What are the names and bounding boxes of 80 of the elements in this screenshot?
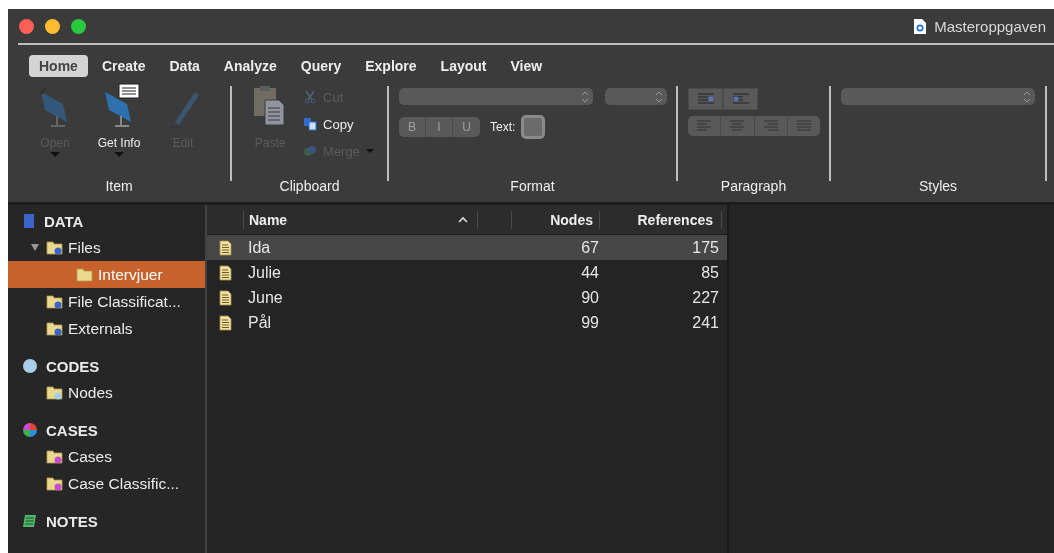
table-cell-text: 175 [691,238,720,257]
toolbar-button[interactable]: Copy [303,113,374,135]
folder-icon [76,267,93,282]
document-icon [218,314,232,331]
badged-folder-icon [46,294,63,309]
table-cell-text: 90 [580,288,600,307]
document-icon [218,264,232,281]
column-header[interactable]: Name [243,210,448,229]
section-header: NOTES [46,512,98,530]
ribbon-tab[interactable]: Explore [355,55,427,77]
zoom-button[interactable] [71,18,86,34]
notepad-icon [22,513,38,529]
badged-folder-icon [46,321,63,336]
indent-icon [730,92,751,106]
table-row[interactable]: Ida 67 175 [207,235,727,260]
indent-button[interactable] [688,88,723,110]
ribbon-tab[interactable]: Layout [430,55,497,77]
ribbon-tab[interactable]: Data [159,55,210,77]
indent-button[interactable] [723,88,758,110]
sidebar-item[interactable]: Files [8,234,205,261]
table-cell-text: 85 [700,263,720,282]
table-cell-text: Julie [247,263,282,282]
table-row[interactable]: Pål 99 241 [207,310,727,335]
color-wheel-icon [22,422,38,438]
section-header: DATA [44,212,84,230]
color-well[interactable] [521,115,546,139]
table-cell-text: Ida [247,238,272,257]
book-icon [22,213,36,229]
sidebar-item[interactable]: Externals [8,315,205,342]
column-header[interactable]: Nodes [512,210,600,229]
ribbon-tab[interactable]: Analyze [213,55,287,77]
table-cell-text: June [247,288,284,307]
table-cell-text: Pål [247,313,273,332]
badged-folder-icon [46,449,63,464]
indent-icon [695,92,716,106]
disclosure-icon[interactable] [31,244,39,251]
sort-icon [457,216,468,223]
group-label: Clipboard [279,178,340,196]
minimize-button[interactable] [45,18,60,34]
badged-folder-icon [46,476,63,491]
size-dropdown[interactable] [605,88,667,105]
ribbon-tab[interactable]: Create [91,55,156,77]
document-icon [913,17,928,35]
text-color-label: Text: [490,120,516,134]
sidebar-item[interactable]: Nodes [8,379,205,406]
group-label: Item [105,178,133,196]
badged-folder-icon [46,240,63,255]
section-header: CODES [46,357,100,375]
toolbar-button[interactable]: Get Info [93,82,145,178]
sidebar-item[interactable]: File Classificat... [8,288,205,315]
column-header[interactable]: References [600,210,722,229]
group-label: Paragraph [720,178,787,196]
stepper-icon [581,90,589,103]
table-cell-text: 99 [580,313,600,332]
table-cell-text: 227 [691,288,720,307]
sphere-icon [22,358,38,374]
scissors-icon [303,90,318,104]
stepper-icon [655,90,663,103]
sidebar-item[interactable]: Case Classific... [8,470,205,497]
table-cell-text: 44 [580,263,600,282]
group-label: Format [510,178,555,196]
close-button[interactable] [19,18,34,34]
document-icon [218,239,232,256]
table-cell-text: 241 [691,313,720,332]
copy-icon [303,117,318,131]
group-label: Styles [918,178,958,196]
sidebar-item[interactable]: Intervjuer [8,261,205,288]
document-icon [218,289,232,306]
ribbon-tab[interactable]: Query [290,55,352,77]
stepper-icon [1023,90,1031,103]
table-row[interactable]: Julie 44 85 [207,260,727,285]
table-row[interactable]: June 90 227 [207,285,727,310]
window-title: Masteroppgaven [934,17,1046,35]
merge-icon [303,144,318,158]
ribbon-tab[interactable]: View [500,55,553,77]
badged-folder-icon [46,385,63,400]
sidebar-item[interactable]: Cases [8,443,205,470]
table-cell-text: 67 [580,238,600,257]
ribbon-tab[interactable]: Home [29,55,88,77]
section-header: CASES [46,421,98,439]
